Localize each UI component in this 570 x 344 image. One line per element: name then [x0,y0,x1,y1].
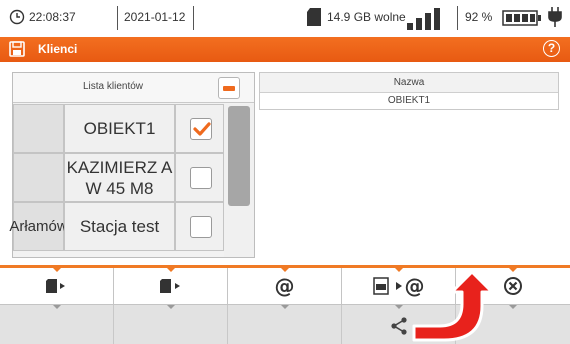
scrollbar-thumb[interactable] [228,106,250,206]
client-location-cell[interactable] [13,153,64,202]
signal-strength-icon [407,8,440,30]
pdf-icon [372,277,389,295]
title-bar: Klienci ? [0,37,570,62]
email-button[interactable]: @ [228,267,342,304]
export-to-sd-button[interactable] [114,267,228,304]
client-checkbox[interactable] [190,118,212,140]
client-name-cell[interactable]: OBIEKT1 [64,104,175,153]
client-list-header: Lista klientów [13,73,254,103]
name-panel: Nazwa OBIEKT1 [259,72,559,110]
save-disk-icon [9,41,25,57]
status-date: 2021-01-12 [124,10,186,24]
status-time: 22:08:37 [29,10,76,24]
email-icon: @ [274,274,295,298]
battery-percent: 92 % [465,10,493,24]
annotation-arrow-icon [412,270,494,342]
minus-icon [223,86,235,91]
page-title: Klienci [38,42,78,56]
help-button[interactable]: ? [543,40,560,57]
client-checkbox[interactable] [190,216,212,238]
client-location-cell[interactable] [13,104,64,153]
battery-icon [502,10,541,26]
clock-icon [9,9,25,25]
plug-icon [548,7,562,27]
sd-import-icon [45,279,65,293]
status-divider [117,6,118,30]
import-from-sd-button[interactable] [0,267,114,304]
arrow-right-icon [395,282,402,290]
client-select-cell[interactable] [175,202,224,251]
client-row[interactable]: KAZIMIERZ A W 45 M8 [13,153,224,202]
client-select-cell[interactable] [175,104,224,153]
secondary-slot [0,305,114,344]
client-list-title: Lista klientów [82,81,144,92]
storage-free: 14.9 GB wolne [327,10,406,24]
client-list-panel: Lista klientów OBIEKT1 KAZIMIERZ A W 45 … [9,72,255,258]
name-value: OBIEKT1 [387,95,431,106]
client-row[interactable]: Arłamów Stacja test [9,202,224,251]
client-row[interactable]: OBIEKT1 [13,104,224,153]
close-icon [504,277,522,295]
status-divider [193,6,194,30]
list-scrollbar[interactable] [224,104,254,257]
name-header: Nazwa [260,73,558,93]
client-location-cell[interactable]: Arłamów [9,202,68,251]
secondary-slot [228,305,342,344]
secondary-slot [114,305,228,344]
sd-export-icon [159,279,180,293]
deselect-all-button[interactable] [218,77,240,99]
battery-icon [497,9,498,10]
client-name-cell[interactable]: KAZIMIERZ A W 45 M8 [64,153,175,202]
status-divider [457,6,458,30]
checkmark-icon [193,122,211,136]
client-select-cell[interactable] [175,153,224,202]
status-bar: 22:08:37 2021-01-12 14.9 GB wolne 92 % [0,0,570,37]
sd-card-icon [307,8,321,26]
client-name-cell[interactable]: Stacja test [64,202,175,251]
client-checkbox[interactable] [190,167,212,189]
share-icon [391,317,407,335]
